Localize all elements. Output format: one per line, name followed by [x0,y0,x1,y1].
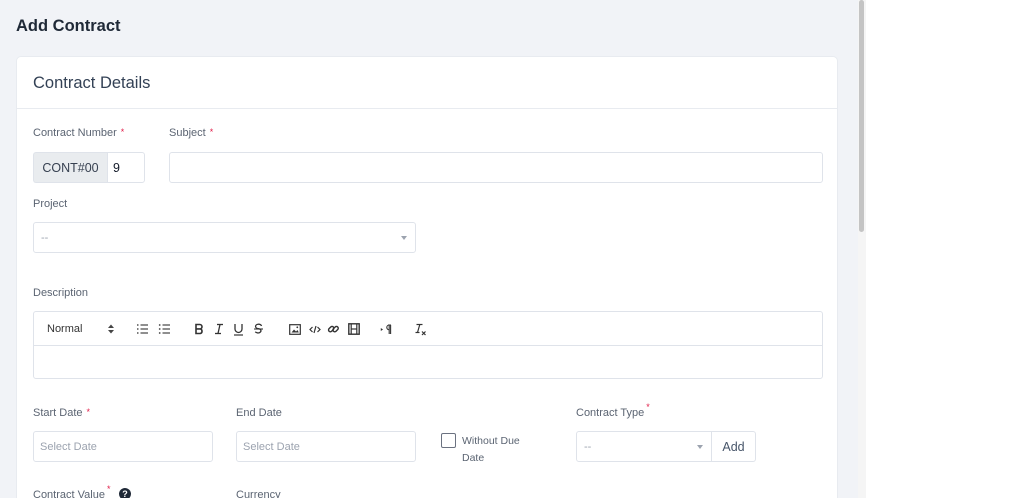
card-title: Contract Details [33,74,151,92]
contract-type-select-value: -- [584,440,592,453]
contract-details-card: Contract Details Contract Number * CONT#0… [16,56,838,498]
required-asterisk: * [106,484,111,494]
add-contract-type-button[interactable]: Add [712,431,756,462]
without-due-date-label-line1: Without Due [462,435,520,447]
description-text-area[interactable] [34,346,822,379]
description-label: Description [33,287,89,299]
without-due-date-checkbox[interactable] [441,433,456,448]
bullet-list-icon[interactable] [158,321,171,337]
format-select-toggle-icon[interactable] [107,321,115,337]
project-select[interactable]: -- [33,222,416,253]
contract-number-label-text: Contract Number [33,127,117,139]
ordered-list-icon[interactable] [136,321,149,337]
contract-type-label: Contract Type * [576,402,650,419]
currency-label: Currency [236,489,281,498]
subject-label: Subject * [169,127,213,139]
bold-icon[interactable] [194,321,204,337]
description-editor: Normal [33,311,823,379]
end-date-label: End Date [236,407,282,419]
format-select[interactable]: Normal [47,321,82,337]
contract-type-select[interactable]: -- [576,431,712,462]
help-icon[interactable]: ? [119,488,131,498]
project-label: Project [33,198,68,210]
text-direction-icon[interactable] [380,321,392,337]
strikethrough-icon[interactable] [253,321,264,337]
project-select-value: -- [41,231,49,244]
required-asterisk: * [120,127,125,137]
italic-icon[interactable] [214,321,224,337]
contract-value-label-text: Contract Value [33,489,105,498]
editor-toolbar: Normal [34,312,822,346]
contract-number-label: Contract Number * [33,127,124,139]
chevron-down-icon [401,236,407,240]
contract-type-label-text: Contract Type [576,407,645,419]
page-title: Add Contract [16,17,121,35]
clear-formatting-icon[interactable] [414,321,427,337]
subject-label-text: Subject [169,127,206,139]
image-icon[interactable] [289,321,301,337]
scrollbar-thumb[interactable] [859,0,864,232]
contract-value-label: Contract Value * [33,484,110,498]
start-date-label: Start Date * [33,407,90,419]
subject-input[interactable] [169,152,823,183]
underline-icon[interactable] [233,321,244,337]
app-main: Add Contract Contract Details Contract N… [0,0,858,498]
required-asterisk: * [86,407,91,417]
required-asterisk: * [209,127,214,137]
required-asterisk: * [646,402,650,412]
link-icon[interactable] [327,321,340,337]
without-due-date-label-line2: Date [462,452,485,464]
code-icon[interactable] [309,321,321,337]
card-header: Contract Details [17,57,837,109]
chevron-down-icon [697,445,703,449]
start-date-input[interactable]: Select Date [33,431,213,462]
format-select-value: Normal [47,323,83,335]
start-date-label-text: Start Date [33,407,83,419]
contract-number-prefix: CONT#00 [33,152,107,183]
end-date-input[interactable]: Select Date [236,431,416,462]
video-icon[interactable] [348,321,360,337]
contract-number-input[interactable]: 9 [107,152,145,183]
